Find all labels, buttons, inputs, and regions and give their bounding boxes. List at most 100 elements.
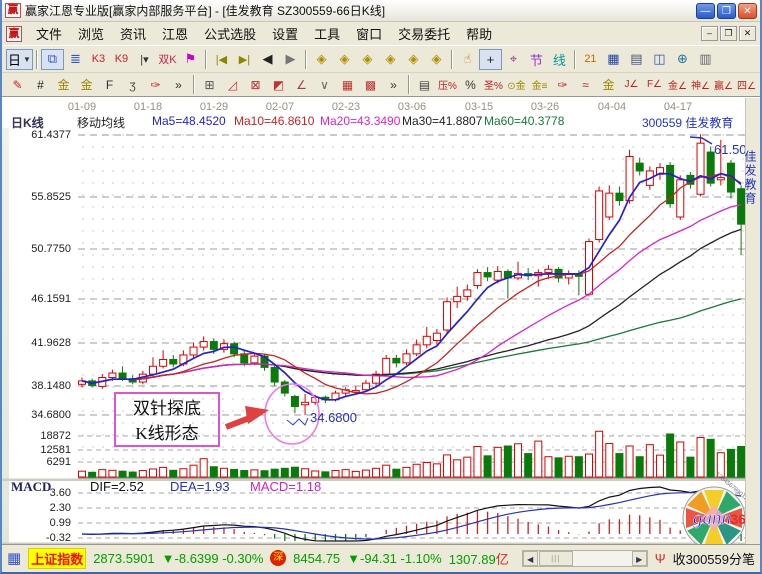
sz-badge[interactable]: 深 bbox=[270, 550, 286, 566]
save-icon[interactable]: ◫ bbox=[648, 49, 671, 70]
red-grid-icon[interactable]: ▦ bbox=[336, 75, 359, 94]
scale-compress-icon[interactable]: ◈ bbox=[379, 49, 402, 70]
minimize-button[interactable]: — bbox=[696, 3, 715, 19]
menu-帮助[interactable]: 帮助 bbox=[458, 22, 500, 45]
next-bar-icon[interactable]: ▶ bbox=[279, 49, 302, 70]
brush-icon[interactable]: ✎ bbox=[6, 75, 29, 94]
festival-tool-icon[interactable]: 节 bbox=[525, 49, 548, 70]
more-icon-1[interactable]: » bbox=[167, 75, 190, 94]
app-window: 赢 赢家江恩专业版[赢家内部服务平台] - [佳发教育 SZ300559-66日… bbox=[0, 0, 762, 574]
menu-logo-icon: 赢 bbox=[6, 26, 22, 42]
f-angle-icon[interactable]: F∠ bbox=[643, 75, 666, 94]
calendar-icon[interactable]: 21 bbox=[579, 49, 602, 70]
double-k-icon[interactable]: 双K bbox=[156, 49, 179, 70]
quote-list-icon[interactable]: ≣ bbox=[64, 49, 87, 70]
right-panel-strip[interactable]: 佳发教育 bbox=[745, 98, 760, 545]
angle-lines-icon[interactable]: ∠ bbox=[290, 75, 313, 94]
prev-bar-icon[interactable]: ◀ bbox=[256, 49, 279, 70]
gold-circle-icon[interactable]: ⊙金 bbox=[505, 75, 528, 94]
v-wave-icon[interactable]: ∨ bbox=[313, 75, 336, 94]
menu-公式选股[interactable]: 公式选股 bbox=[196, 22, 264, 45]
gold-tool-icon[interactable]: 金 bbox=[597, 75, 620, 94]
gann-box-icon[interactable]: ⊞ bbox=[198, 75, 221, 94]
ma5-line bbox=[82, 173, 741, 399]
menu-设置[interactable]: 设置 bbox=[264, 22, 306, 45]
stats-frame-icon[interactable]: ▤ bbox=[413, 75, 436, 94]
first-bar-icon[interactable]: |◀ bbox=[210, 49, 233, 70]
menu-items: 文件浏览资讯江恩公式选股设置工具窗口交易委托帮助 bbox=[28, 22, 500, 45]
menu-工具[interactable]: 工具 bbox=[306, 22, 348, 45]
menu-窗口[interactable]: 窗口 bbox=[348, 22, 390, 45]
scrollbar-thumb[interactable]: ||| bbox=[539, 551, 573, 566]
marker-axe-icon[interactable]: ✑ bbox=[551, 75, 574, 94]
menu-江恩[interactable]: 江恩 bbox=[154, 22, 196, 45]
annotation-line2: K线形态 bbox=[116, 422, 218, 447]
shen-angle-icon[interactable]: 神∠ bbox=[689, 75, 712, 94]
square-fan-icon[interactable]: ⊠ bbox=[244, 75, 267, 94]
macd-pane-label: MACD bbox=[11, 479, 51, 495]
menu-文件[interactable]: 文件 bbox=[28, 22, 70, 45]
line-tool-icon[interactable]: 线 bbox=[548, 49, 571, 70]
more-icon-2[interactable]: » bbox=[382, 75, 405, 94]
si-angle-icon[interactable]: 四∠ bbox=[735, 75, 758, 94]
gold-grid-2-icon[interactable]: 金 bbox=[75, 75, 98, 94]
spiral-icon[interactable]: ʒ bbox=[121, 75, 144, 94]
gold-angle-icon[interactable]: 金∠ bbox=[666, 75, 689, 94]
menu-交易委托[interactable]: 交易委托 bbox=[390, 22, 458, 45]
square-diag-icon[interactable]: ◩ bbox=[267, 75, 290, 94]
percent-pressure-icon[interactable]: 压% bbox=[436, 75, 459, 94]
fan-lines-icon[interactable]: ◿ bbox=[221, 75, 244, 94]
kline-period-button[interactable]: 日▼ bbox=[6, 49, 33, 70]
flag-chart-icon[interactable]: ⚑ bbox=[179, 49, 202, 70]
low-price-label: 34.6800 bbox=[310, 410, 357, 425]
main-toolbar: 日▼ ⧉≣K3K9|▾双K⚑|◀▶|◀▶◈◈◈◈◈◈☝+⌖节线21▦▤◫⊕▥ bbox=[2, 46, 760, 73]
scale-down-icon[interactable]: ◈ bbox=[425, 49, 448, 70]
sz-index-value: 8454.75 bbox=[293, 551, 340, 566]
kline-9-icon[interactable]: K9 bbox=[110, 49, 133, 70]
notes-icon[interactable]: ▤ bbox=[625, 49, 648, 70]
f-grid-icon[interactable]: F bbox=[98, 75, 121, 94]
window-title: 赢家江恩专业版[赢家内部服务平台] - [佳发教育 SZ300559-66日K线… bbox=[25, 2, 696, 19]
red-grid-2-icon[interactable]: ▩ bbox=[359, 75, 382, 94]
data-truck-icon[interactable]: ▥ bbox=[694, 49, 717, 70]
price-grid-icon[interactable]: # bbox=[29, 75, 52, 94]
horizontal-scrollbar[interactable]: ◀ ||| ▶ bbox=[522, 550, 648, 567]
candle-style-icon[interactable]: |▾ bbox=[133, 49, 156, 70]
scale-up-icon[interactable]: ◈ bbox=[402, 49, 425, 70]
mdi-restore-button[interactable]: ❐ bbox=[720, 26, 737, 41]
restore-button[interactable]: ❐ bbox=[717, 3, 736, 19]
j-angle-icon[interactable]: J∠ bbox=[620, 75, 643, 94]
antenna-icon: Ψ bbox=[655, 551, 666, 566]
close-button[interactable]: ✕ bbox=[738, 3, 757, 19]
mdi-minimize-button[interactable]: – bbox=[701, 26, 718, 41]
gold-grid-icon[interactable]: 金 bbox=[52, 75, 75, 94]
calculator-icon[interactable]: ▦ bbox=[602, 49, 625, 70]
scale-expand-icon[interactable]: ◈ bbox=[356, 49, 379, 70]
chart-window-icon[interactable]: ⧉ bbox=[41, 49, 64, 70]
scale-right-icon[interactable]: ◈ bbox=[333, 49, 356, 70]
last-bar-icon[interactable]: ▶| bbox=[233, 49, 256, 70]
ying-angle-icon[interactable]: 赢∠ bbox=[712, 75, 735, 94]
wave-gold-icon[interactable]: ≈ bbox=[574, 75, 597, 94]
scroll-left-icon[interactable]: ◀ bbox=[523, 551, 538, 566]
percent-gold-icon[interactable]: 圣% bbox=[482, 75, 505, 94]
mdi-close-button[interactable]: ✕ bbox=[739, 26, 756, 41]
gold-line-icon[interactable]: 金≡ bbox=[528, 75, 551, 94]
percent-icon[interactable]: % bbox=[459, 75, 482, 94]
hand-tool-icon[interactable]: ☝ bbox=[456, 49, 479, 70]
magnifier-icon[interactable]: ⌖ bbox=[502, 49, 525, 70]
index-badge[interactable]: 上证指数 bbox=[28, 548, 86, 569]
more-icon-3[interactable]: ≫ bbox=[758, 75, 762, 94]
scroll-right-icon[interactable]: ▶ bbox=[632, 551, 647, 566]
axe-icon[interactable]: ✑ bbox=[144, 75, 167, 94]
web-icon[interactable]: ⊕ bbox=[671, 49, 694, 70]
ma60-line bbox=[82, 299, 741, 383]
crosshair-icon[interactable]: + bbox=[479, 49, 502, 70]
kline-3-icon[interactable]: K3 bbox=[87, 49, 110, 70]
menu-浏览[interactable]: 浏览 bbox=[70, 22, 112, 45]
menu-资讯[interactable]: 资讯 bbox=[112, 22, 154, 45]
right-vertical-stock-label: 佳发教育 bbox=[742, 150, 759, 206]
scale-left-icon[interactable]: ◈ bbox=[310, 49, 333, 70]
keyboard-icon[interactable]: ▦ bbox=[7, 549, 21, 567]
chart-area: 日K线 01-0901-1801-2902-0702-2303-0603-150… bbox=[2, 97, 760, 544]
